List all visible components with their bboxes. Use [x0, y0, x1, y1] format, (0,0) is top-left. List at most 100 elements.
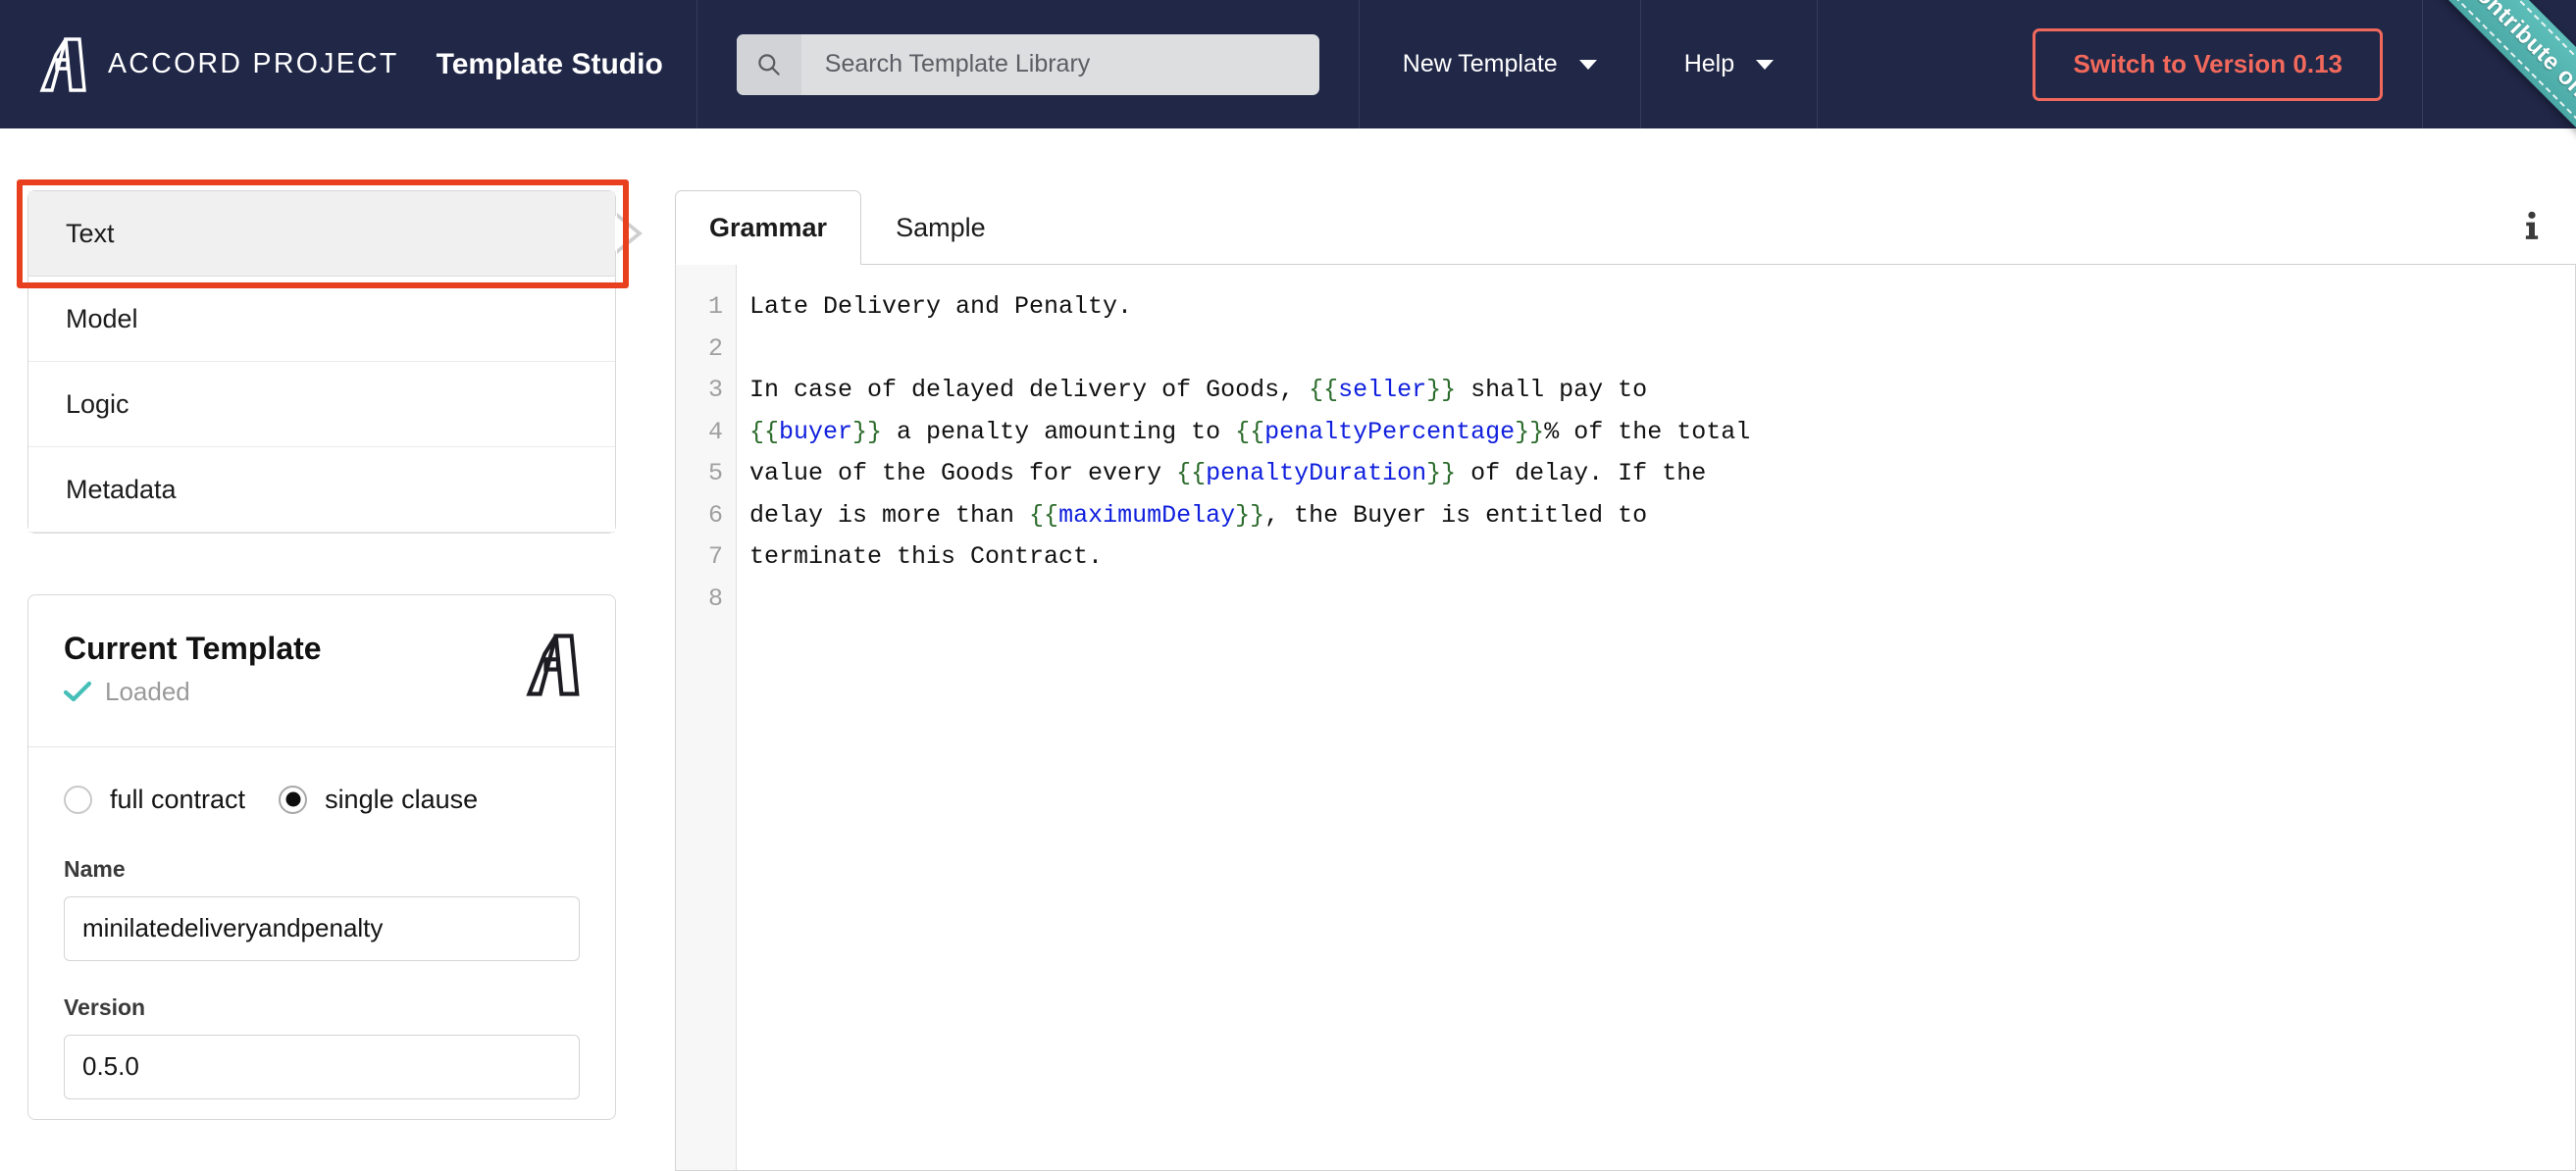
- code-token: delay is more than: [749, 500, 1030, 530]
- code-token: terminate this Contract.: [749, 542, 1104, 571]
- sidebar-item-logic[interactable]: Logic: [28, 362, 615, 447]
- code-token: }}: [1426, 459, 1457, 487]
- template-variable: penaltyPercentage: [1264, 417, 1516, 446]
- sidebar-item-metadata[interactable]: Metadata: [28, 447, 615, 533]
- line-number: 7: [707, 542, 723, 571]
- code-line: delay is more than {{maximumDelay}}, the…: [749, 495, 2575, 537]
- nav-help-label: Help: [1683, 50, 1735, 77]
- current-template-body: full contract single clause Name Version: [28, 747, 615, 1119]
- current-template-card: Current Template Loaded full contract si…: [27, 594, 616, 1120]
- nav-help[interactable]: Help: [1641, 0, 1817, 128]
- template-variable: maximumDelay: [1058, 500, 1236, 530]
- version-field-label: Version: [64, 993, 146, 1020]
- chevron-right-icon: [615, 213, 643, 254]
- line-number: 8: [707, 584, 723, 613]
- check-icon: [63, 681, 92, 702]
- name-input[interactable]: [64, 895, 580, 961]
- section-menu: Text Model Logic Metadata: [17, 179, 643, 534]
- code-token: In case of delayed delivery of Goods,: [749, 376, 1310, 404]
- chevron-down-icon: [1756, 59, 1775, 70]
- radio-full-contract[interactable]: full contract: [64, 785, 245, 815]
- current-template-title: Current Template: [64, 631, 322, 666]
- code-token: {{: [749, 417, 780, 446]
- editor-tabs: Grammar Sample: [675, 190, 2576, 265]
- code-token: a penalty amounting to: [882, 417, 1236, 446]
- line-number: 5: [707, 459, 723, 487]
- sidebar-item-label: Text: [66, 218, 115, 248]
- radio-label: single clause: [325, 784, 479, 814]
- code-token: % of the total: [1544, 417, 1751, 446]
- brand-block[interactable]: ACCORD PROJECT Template Studio: [0, 0, 696, 128]
- code-token: of delay. If the: [1456, 459, 1707, 487]
- code-line: In case of delayed delivery of Goods, {{…: [749, 370, 2575, 412]
- tab-grammar[interactable]: Grammar: [675, 190, 862, 265]
- code-content[interactable]: Late Delivery and Penalty. In case of de…: [737, 265, 2575, 1170]
- sidebar-item-text[interactable]: Text: [28, 191, 643, 277]
- search-icon: [736, 33, 801, 95]
- name-field-label: Name: [64, 855, 126, 882]
- info-icon[interactable]: [2509, 189, 2554, 264]
- search-area: [697, 0, 1359, 128]
- code-token: shall pay to: [1456, 376, 1648, 404]
- template-variable: penaltyDuration: [1206, 459, 1427, 487]
- code-token: , the Buyer is entitled to: [1264, 500, 1648, 530]
- current-template-heading-group: Current Template Loaded: [63, 631, 322, 707]
- code-token: value of the Goods for every: [749, 459, 1177, 487]
- brand-name: ACCORD PROJECT: [108, 48, 399, 79]
- sidebar-item-label: Logic: [66, 388, 129, 419]
- sidebar: Text Model Logic Metadata Current Templa…: [17, 179, 643, 1120]
- code-editor[interactable]: 1 2 3 4 5 6 7 8 Late Delivery and Penalty. In c…: [675, 265, 2576, 1171]
- app-header: ACCORD PROJECT Template Studio New Templ…: [0, 0, 2576, 196]
- code-token: }}: [852, 417, 883, 446]
- code-token: }}: [1515, 417, 1545, 446]
- template-type-radio-group: full contract single clause: [64, 785, 580, 815]
- line-number: 3: [707, 376, 723, 404]
- code-token: }}: [1235, 500, 1265, 530]
- editor-panel: Grammar Sample 1 2 3 4 5 6 7 8 Late Delivery an…: [675, 190, 2576, 1171]
- accord-logo-icon: [521, 633, 580, 697]
- tab-sample[interactable]: Sample: [861, 190, 1020, 265]
- template-variable: buyer: [779, 417, 853, 446]
- code-token: {{: [1029, 500, 1059, 530]
- chevron-down-icon: [1578, 59, 1597, 70]
- current-template-header: Current Template Loaded: [28, 595, 615, 747]
- code-line: Late Delivery and Penalty.: [749, 286, 2575, 329]
- tab-label: Sample: [896, 213, 986, 242]
- code-token: }}: [1426, 376, 1457, 404]
- search-input[interactable]: [800, 33, 1319, 95]
- main-content: Text Model Logic Metadata Current Templa…: [0, 128, 2576, 1171]
- code-line: terminate this Contract.: [749, 536, 2575, 579]
- code-line: value of the Goods for every {{penaltyDu…: [749, 453, 2575, 495]
- header-spacer: [1818, 0, 1997, 128]
- nav-new-template[interactable]: New Template: [1360, 0, 1640, 128]
- line-number: 6: [707, 500, 723, 530]
- version-input[interactable]: [64, 1034, 580, 1099]
- switch-version-button[interactable]: Switch to Version 0.13: [2033, 27, 2383, 101]
- app-title: Template Studio: [436, 47, 663, 80]
- status-text: Loaded: [105, 676, 190, 706]
- search-box[interactable]: [736, 33, 1319, 95]
- radio-dot-icon: [64, 785, 92, 814]
- code-token: Late Delivery and Penalty.: [749, 292, 1133, 321]
- accord-logo-icon: [35, 36, 86, 93]
- code-token: {{: [1176, 459, 1207, 487]
- nav-new-template-label: New Template: [1402, 50, 1558, 77]
- code-token: {{: [1235, 417, 1265, 446]
- status-badge: Loaded: [63, 676, 322, 707]
- sidebar-item-model[interactable]: Model: [28, 277, 615, 362]
- radio-label: full contract: [110, 784, 246, 814]
- line-number-gutter: 1 2 3 4 5 6 7 8: [676, 265, 737, 1170]
- line-number: 2: [707, 333, 723, 363]
- sidebar-item-label: Metadata: [66, 474, 177, 504]
- code-line: {{buyer}} a penalty amounting to {{penal…: [749, 412, 2575, 454]
- line-number: 1: [707, 292, 723, 321]
- code-token: {{: [1309, 376, 1339, 404]
- radio-single-clause[interactable]: single clause: [279, 785, 478, 815]
- sidebar-item-label: Model: [66, 303, 138, 333]
- template-variable: seller: [1338, 376, 1427, 404]
- line-number: 4: [707, 417, 723, 446]
- tab-label: Grammar: [709, 212, 828, 242]
- radio-dot-icon: [279, 785, 308, 814]
